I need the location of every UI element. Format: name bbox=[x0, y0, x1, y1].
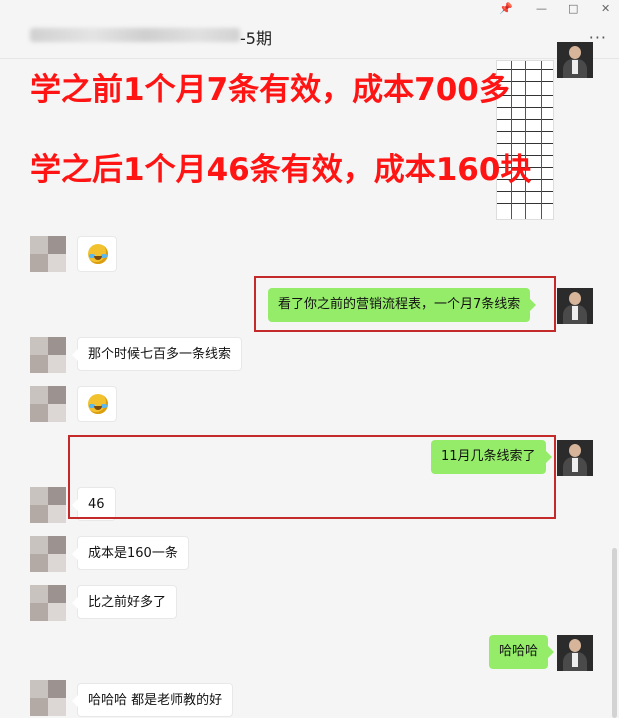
avatar-contact[interactable] bbox=[30, 585, 66, 621]
crying-laughing-icon bbox=[88, 244, 108, 264]
avatar-contact[interactable] bbox=[30, 386, 66, 422]
avatar-self[interactable] bbox=[557, 440, 593, 476]
message-received: 比之前好多了 bbox=[71, 585, 178, 619]
chat-title-bar: -5期 📌 — □ ✕ ··· bbox=[0, 0, 619, 59]
avatar-self[interactable] bbox=[557, 288, 593, 324]
avatar-contact[interactable] bbox=[30, 487, 66, 523]
emoji-message bbox=[77, 386, 117, 422]
crying-laughing-icon bbox=[88, 394, 108, 414]
close-icon[interactable]: ✕ bbox=[601, 2, 610, 15]
avatar-contact[interactable] bbox=[30, 536, 66, 572]
highlight-box bbox=[68, 435, 556, 519]
avatar-self[interactable] bbox=[557, 635, 593, 671]
pin-icon[interactable]: 📌 bbox=[499, 2, 513, 15]
emoji-message bbox=[77, 236, 117, 272]
message-received: 那个时候七百多一条线索 bbox=[71, 337, 243, 371]
chat-title: -5期 bbox=[240, 29, 272, 48]
overlay-after-text: 学之后1个月46条有效，成本160块 bbox=[30, 152, 532, 188]
avatar-contact[interactable] bbox=[30, 337, 66, 373]
maximize-icon[interactable]: □ bbox=[568, 2, 578, 15]
message-received: 成本是160一条 bbox=[72, 536, 189, 570]
avatar-contact[interactable] bbox=[30, 680, 66, 716]
message-received: 哈哈哈 都是老师教的好 bbox=[71, 683, 234, 717]
minimize-icon[interactable]: — bbox=[536, 2, 547, 15]
avatar-self[interactable] bbox=[557, 42, 593, 78]
highlight-box bbox=[254, 276, 556, 332]
avatar-contact[interactable] bbox=[30, 236, 66, 272]
blurred-group-name bbox=[30, 28, 240, 42]
overlay-before-text: 学之前1个月7条有效，成本700多 bbox=[30, 72, 510, 108]
scrollbar[interactable] bbox=[612, 548, 617, 718]
message-sent: 哈哈哈 bbox=[489, 635, 555, 669]
